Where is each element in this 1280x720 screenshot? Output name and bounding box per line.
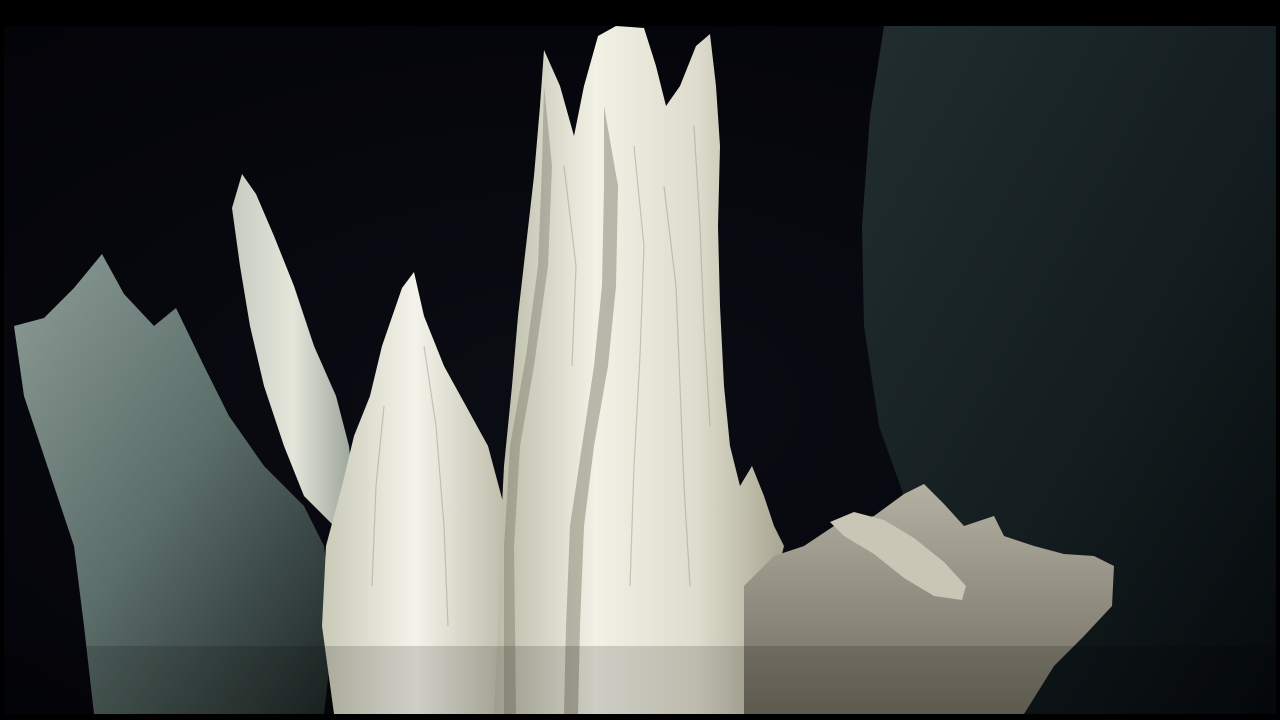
scene-illustration (4, 26, 1276, 714)
letterbox-bottom (0, 714, 1280, 720)
letterbox-top (0, 0, 1280, 26)
deep-sea-scene (4, 26, 1276, 714)
video-frame (0, 0, 1280, 720)
lower-vignette (4, 646, 1276, 714)
